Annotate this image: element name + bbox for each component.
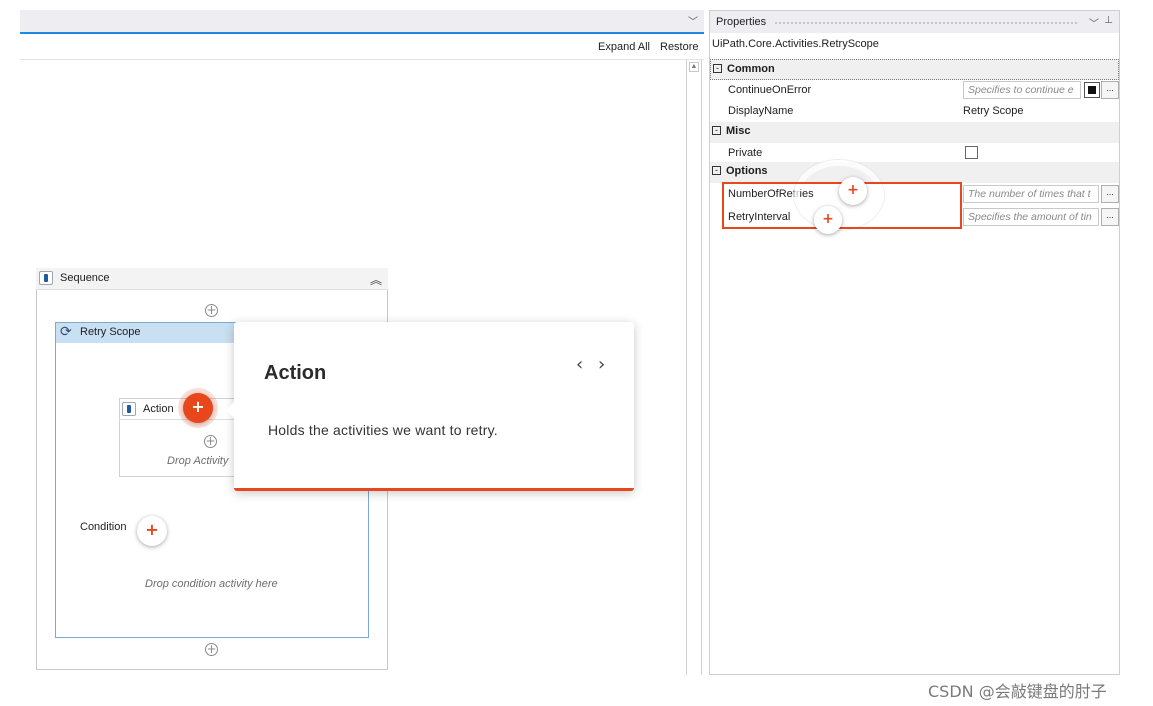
retry-interval-hotspot-icon[interactable]: + (814, 206, 842, 234)
number-of-retries-input[interactable]: The number of times that t (963, 185, 1099, 203)
sequence-icon (39, 271, 53, 285)
collapse-icon[interactable]: ︽ (370, 271, 382, 288)
action-hotspot-icon[interactable]: + (183, 393, 213, 423)
collapse-category-icon[interactable]: - (713, 64, 722, 73)
pin-icon[interactable]: ⊥ (1104, 15, 1113, 26)
category-label: Common (727, 63, 775, 75)
category-options[interactable]: - Options (710, 162, 1119, 183)
watermark: CSDN @会敲键盘的肘子 (928, 682, 1107, 701)
expand-all-link[interactable]: Expand All (598, 41, 650, 53)
category-common[interactable]: - Common (710, 59, 1119, 80)
display-name-value[interactable]: Retry Scope (963, 105, 1024, 117)
sequence-header[interactable]: Sequence ︽ (36, 268, 388, 290)
dropdown-chevron-icon[interactable]: ﹀ (1089, 15, 1099, 30)
tooltip-body: Holds the activities we want to retry. (268, 422, 498, 438)
designer-toolbar: Expand All Restore (20, 36, 704, 58)
toolbar-divider (20, 59, 704, 60)
guide-tooltip: Action ‹ › Holds the activities we want … (226, 322, 634, 491)
number-of-retries-hotspot-icon[interactable]: + (839, 177, 867, 205)
category-label: Options (726, 165, 768, 177)
add-activity-bottom-icon[interactable]: + (205, 643, 218, 656)
condition-hotspot-icon[interactable]: + (137, 516, 167, 546)
property-name: Private (728, 147, 763, 159)
number-of-retries-ellipsis-button[interactable]: ... (1101, 185, 1119, 203)
continue-on-error-input[interactable]: Specifies to continue e (963, 81, 1081, 99)
collapse-category-icon[interactable]: - (712, 166, 721, 175)
restore-link[interactable]: Restore (660, 41, 699, 53)
sequence-title: Sequence (60, 272, 110, 284)
continue-on-error-ellipsis-button[interactable]: ... (1101, 81, 1119, 99)
scroll-up-icon[interactable]: ▲ (689, 62, 699, 72)
action-label: Action (143, 403, 174, 415)
property-name: DisplayName (728, 105, 794, 117)
tooltip-prev-icon[interactable]: ‹ (576, 354, 583, 375)
grip-dots (774, 21, 1079, 25)
condition-label: Condition (80, 521, 127, 533)
add-activity-top-icon[interactable]: + (205, 304, 218, 317)
value-type-icon[interactable] (1084, 82, 1100, 98)
designer-vertical-scrollbar[interactable]: ▲ (686, 60, 702, 675)
retry-interval-ellipsis-button[interactable]: ... (1101, 208, 1119, 226)
designer-active-indicator (20, 32, 704, 34)
category-misc[interactable]: - Misc (710, 122, 1119, 143)
property-private[interactable]: Private (710, 143, 1119, 164)
refresh-icon: ⟳ (60, 324, 72, 340)
property-display-name[interactable]: DisplayName Retry Scope (710, 101, 1119, 122)
drop-activity-hint: Drop Activity (167, 455, 229, 467)
properties-title: Properties (716, 16, 767, 28)
value-type-square (1088, 86, 1096, 94)
dropdown-chevron-icon[interactable]: ﹀ (688, 13, 698, 28)
properties-type-name: UiPath.Core.Activities.RetryScope (712, 38, 879, 50)
drop-condition-hint: Drop condition activity here (145, 578, 278, 590)
sequence-icon (122, 402, 136, 416)
private-checkbox[interactable] (965, 146, 978, 159)
category-label: Misc (726, 125, 751, 137)
tooltip-next-icon[interactable]: › (598, 354, 605, 375)
designer-title-bar: ﹀ (20, 10, 704, 32)
tooltip-title: Action (264, 362, 327, 384)
properties-title-bar: Properties ﹀ ⊥ (710, 11, 1119, 33)
retry-scope-title: Retry Scope (80, 326, 141, 338)
retry-interval-input[interactable]: Specifies the amount of tin (963, 208, 1099, 226)
property-name: ContinueOnError (728, 84, 812, 96)
property-continue-on-error[interactable]: ContinueOnError Specifies to continue e … (710, 80, 1119, 101)
collapse-category-icon[interactable]: - (712, 126, 721, 135)
add-activity-icon[interactable]: + (204, 435, 217, 448)
